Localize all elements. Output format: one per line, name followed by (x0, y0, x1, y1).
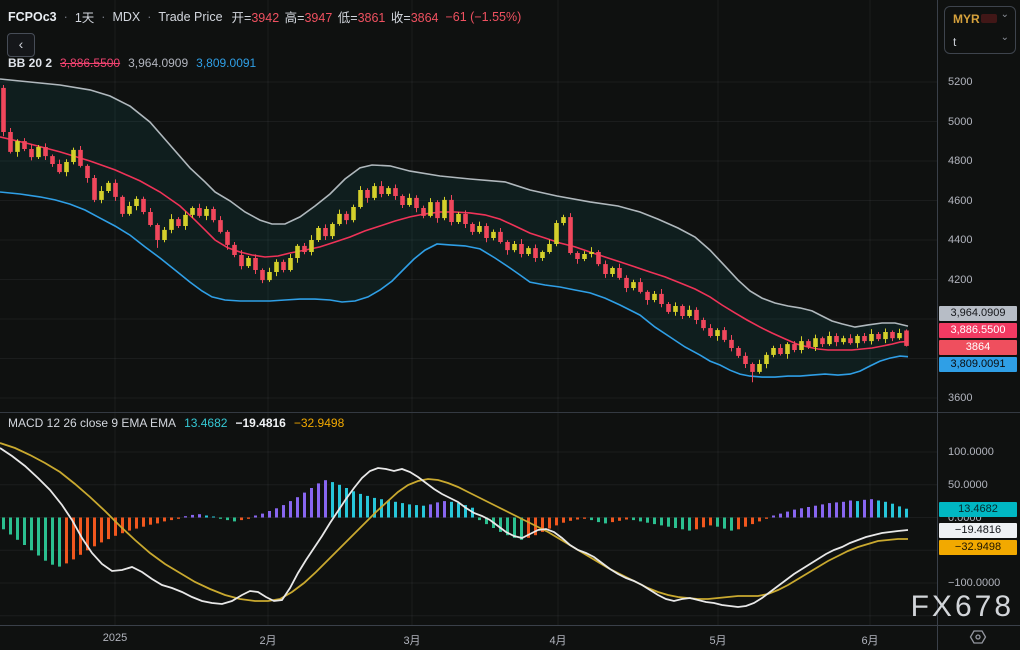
currency-select[interactable]: MYR ⌄ (945, 7, 1015, 30)
scale-options-icon[interactable] (969, 629, 987, 645)
bb-indicator-legend[interactable]: BB 20 2 3,886.5500 3,964.0909 3,809.0091 (8, 56, 256, 70)
axis-price-label: −32.9498 (939, 540, 1017, 555)
time-tick: 2月 (259, 632, 276, 648)
ohlc-label: 收= (391, 11, 411, 25)
separator-dot: · (147, 10, 151, 24)
ohlc-value: 3942 (251, 11, 279, 25)
back-button[interactable]: ‹ (7, 33, 35, 57)
symbol-name[interactable]: FCPOc3 (8, 10, 57, 24)
price-tick: 4200 (948, 274, 972, 286)
ohlc-values: 开=3942 高=3947 低=3861 收=3864 (230, 7, 439, 26)
ohlc-label: 低= (338, 11, 358, 25)
chart-window: FCPOc3 · 1天 · MDX · Trade Price 开=3942 高… (0, 0, 1020, 650)
chevron-down-icon: ⌄ (1001, 32, 1009, 43)
price-tick: 5200 (948, 76, 972, 88)
separator-dot: · (64, 10, 68, 24)
macd-indicator-legend[interactable]: MACD 12 26 close 9 EMA EMA 13.4682 −19.4… (8, 416, 344, 430)
symbol-header: FCPOc3 · 1天 · MDX · Trade Price 开=3942 高… (8, 7, 521, 26)
time-tick: 4月 (549, 632, 566, 648)
exchange-label: MDX (112, 10, 140, 24)
unit-select[interactable]: t ⌄ (945, 30, 1015, 53)
macd-title: MACD 12 26 close 9 EMA EMA (8, 416, 176, 430)
axis-price-label: 3,809.0091 (939, 357, 1017, 372)
axis-price-label: 3,886.5500 (939, 323, 1017, 338)
bb-lower-value: 3,809.0091 (196, 56, 256, 70)
separator-dot: · (101, 10, 105, 24)
macd-tick: 50.0000 (948, 479, 988, 491)
price-tick: 5000 (948, 116, 972, 128)
chevron-down-icon: ⌄ (1001, 9, 1009, 20)
axis-price-label: 3864 (939, 340, 1017, 355)
price-tick: 3600 (948, 392, 972, 404)
ohlc-value: 3947 (304, 11, 332, 25)
currency-flag-icon (981, 14, 997, 23)
macd-tick: 100.0000 (948, 446, 994, 458)
series-type-label: Trade Price (158, 10, 222, 24)
unit-value: t (953, 35, 956, 49)
price-tick: 4400 (948, 234, 972, 246)
watermark: FX678 (911, 590, 1014, 624)
scale-settings-box: MYR ⌄ t ⌄ (944, 6, 1016, 54)
ohlc-label: 高= (285, 11, 305, 25)
bb-title: BB 20 2 (8, 56, 52, 70)
macd-histogram-value: 13.4682 (184, 416, 227, 430)
price-tick: 4800 (948, 155, 972, 167)
back-chevron-icon: ‹ (19, 36, 24, 52)
ohlc-label: 开= (232, 11, 252, 25)
bb-upper-value: 3,964.0909 (128, 56, 188, 70)
interval-label[interactable]: 1天 (75, 7, 94, 26)
axis-price-label: −19.4816 (939, 523, 1017, 538)
macd-signal-value: −32.9498 (294, 416, 344, 430)
time-tick: 6月 (861, 632, 878, 648)
chart-canvas[interactable] (0, 0, 1020, 650)
currency-value: MYR (953, 12, 980, 26)
axis-price-label: 13.4682 (939, 502, 1017, 517)
time-tick: 5月 (709, 632, 726, 648)
macd-line-value: −19.4816 (235, 416, 285, 430)
ohlc-value: 3861 (358, 11, 386, 25)
ohlc-value: 3864 (411, 11, 439, 25)
price-tick: 4600 (948, 195, 972, 207)
axis-price-label: 3,964.0909 (939, 306, 1017, 321)
bb-basis-value: 3,886.5500 (60, 56, 120, 70)
time-tick: 3月 (403, 632, 420, 648)
change-value: −61 (−1.55%) (446, 10, 522, 24)
time-tick: 2025 (103, 632, 127, 644)
macd-tick: −100.0000 (948, 577, 1000, 589)
